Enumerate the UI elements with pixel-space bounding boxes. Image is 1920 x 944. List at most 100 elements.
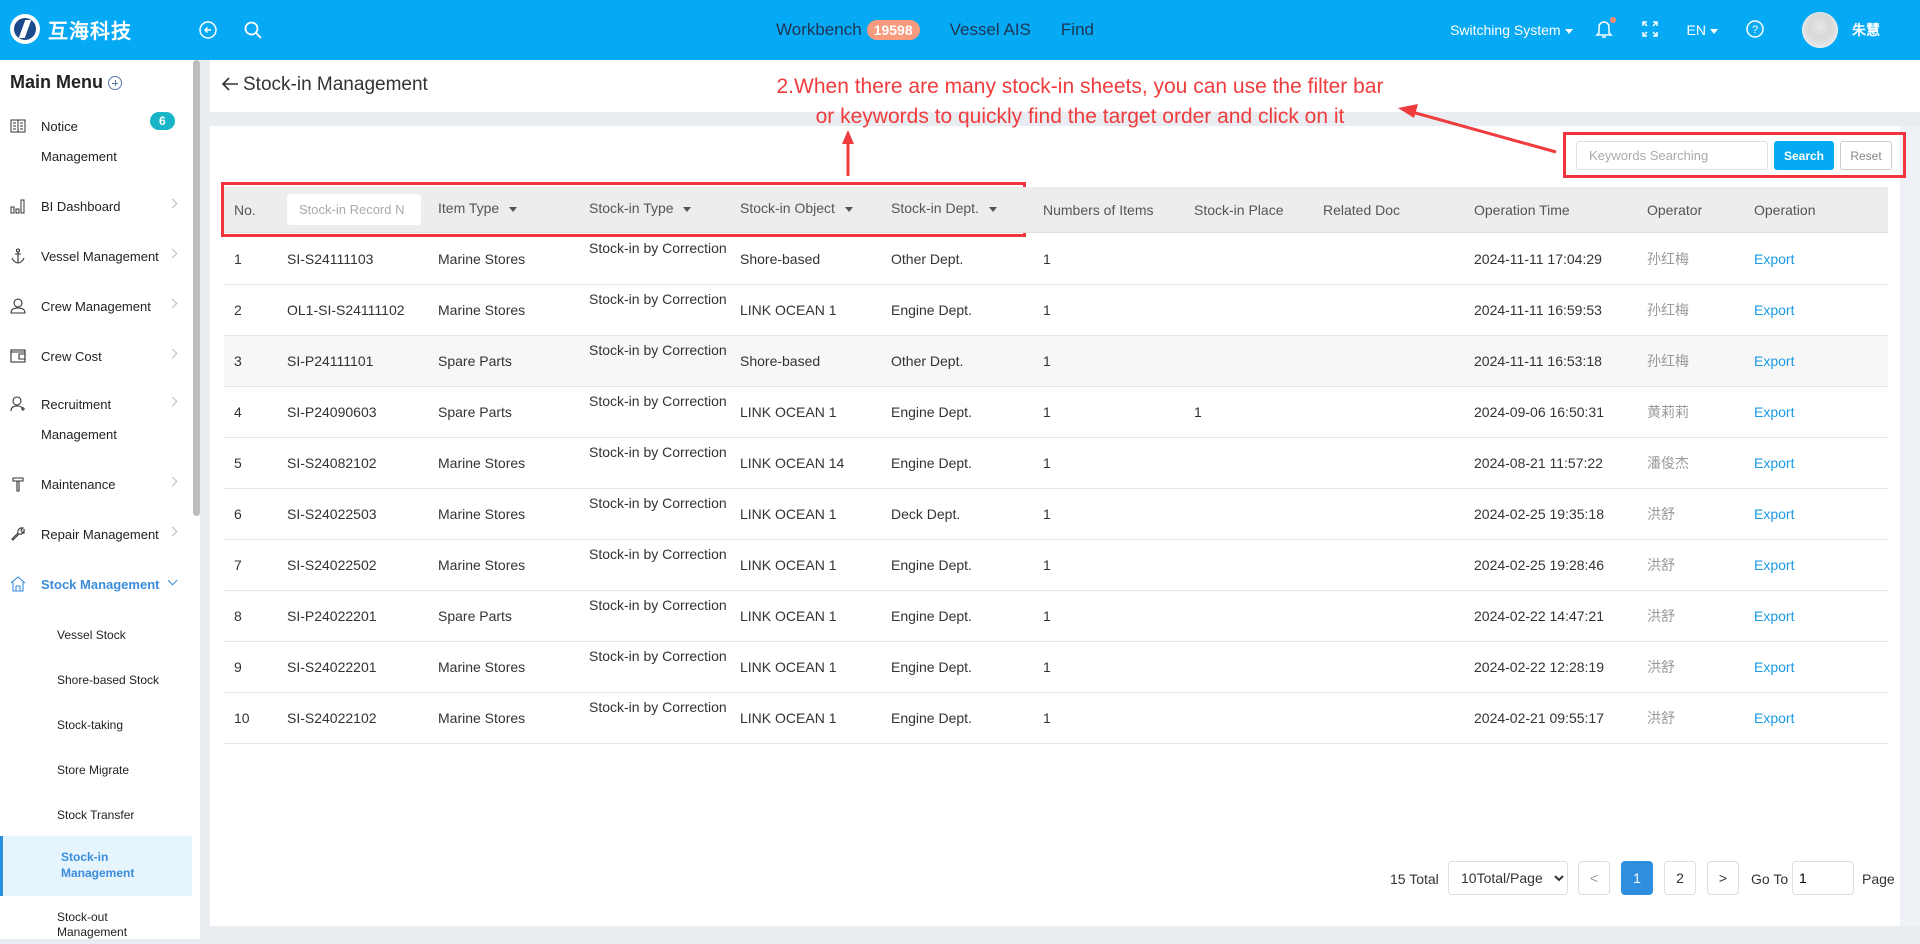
submenu-label: Stock Transfer [57, 808, 135, 822]
chevron-right-icon [167, 526, 178, 537]
submenu-stock-taking[interactable]: Stock-taking [0, 710, 192, 740]
stockin-dept-filter[interactable]: Stock-in Dept. [891, 185, 997, 231]
record-number-filter-input[interactable] [287, 194, 421, 225]
nav-find[interactable]: Find [1061, 20, 1094, 40]
nav-vessel-ais[interactable]: Vessel AIS [950, 20, 1031, 40]
reset-button[interactable]: Reset [1840, 141, 1892, 170]
sidebar-item-recruitment-management[interactable]: Recruitment Management [0, 390, 190, 450]
add-circle-icon[interactable] [108, 75, 122, 90]
user-name[interactable]: 朱慧 [1852, 20, 1880, 40]
table-row[interactable]: 10 SI-S24022102 Marine Stores Stock-in by C… [224, 693, 1888, 744]
export-link[interactable]: Export [1754, 642, 1794, 693]
export-link[interactable]: Export [1754, 591, 1794, 642]
logo[interactable]: 互海科技 [10, 14, 132, 44]
table-row[interactable]: 8 SI-P24022201 Spare Parts Stock-in by Corr… [224, 591, 1888, 642]
search-icon[interactable] [241, 18, 265, 42]
chevron-right-icon [167, 298, 178, 309]
submenu-vessel-stock[interactable]: Vessel Stock [0, 620, 192, 650]
workbench-badge: 19598 [866, 20, 920, 40]
item-type-filter[interactable]: Item Type [438, 185, 518, 231]
cell-numbers-of-items: 1 [1043, 404, 1051, 420]
submenu-label: Stock-in [61, 850, 109, 864]
keywords-search-input[interactable] [1576, 141, 1768, 170]
sidebar-item-stock-management[interactable]: Stock Management [0, 570, 190, 600]
avatar[interactable] [1802, 12, 1838, 48]
cell-stockin-dept: Other Dept. [891, 353, 964, 369]
export-link[interactable]: Export [1754, 693, 1794, 744]
cell-operator: 孙红梅 [1647, 353, 1689, 369]
table-row[interactable]: 2 OL1-SI-S24111102 Marine Stores Stock-in b… [224, 285, 1888, 336]
cell-item-type: Marine Stores [438, 455, 526, 471]
cell-operation-time: 2024-02-22 12:28:19 [1474, 659, 1604, 675]
table-row[interactable]: 3 SI-P24111101 Spare Parts Stock-in by Corr… [224, 336, 1888, 387]
table-row[interactable]: 9 SI-S24022201 Marine Stores Stock-in by Co… [224, 642, 1888, 693]
sidebar-item-label: BI Dashboard [41, 199, 121, 214]
caret-down-icon [844, 206, 853, 212]
submenu-store-migrate[interactable]: Store Migrate [0, 755, 192, 785]
table-row[interactable]: 7 SI-S24022502 Marine Stores Stock-in by Co… [224, 540, 1888, 591]
table-row[interactable]: 1 SI-S24111103 Marine Stores Stock-in by Co… [224, 234, 1888, 285]
page-1-button[interactable]: 1 [1621, 861, 1653, 895]
nav-workbench[interactable]: Workbench 19598 [776, 20, 920, 40]
next-page-button[interactable]: > [1707, 861, 1739, 895]
bar-chart-icon [10, 198, 28, 216]
cell-stockin-dept: Engine Dept. [891, 404, 972, 420]
switching-system-dropdown[interactable]: Switching System [1450, 22, 1573, 38]
goto-page-input[interactable] [1792, 861, 1854, 895]
export-link[interactable]: Export [1754, 387, 1794, 438]
back-circle-icon[interactable] [196, 18, 220, 42]
sidebar-item-bi-dashboard[interactable]: BI Dashboard [0, 192, 190, 222]
sidebar-item-notice-management[interactable]: Notice Management [0, 112, 190, 172]
fullscreen-icon[interactable] [1641, 20, 1659, 41]
sidebar-scrollbar[interactable] [193, 60, 200, 516]
stockin-type-filter[interactable]: Stock-in Type [589, 185, 692, 231]
submenu-label: Management [57, 925, 128, 939]
sidebar-item-crew-cost[interactable]: Crew Cost [0, 342, 190, 372]
hammer-icon [10, 476, 28, 494]
cell-no: 9 [234, 659, 242, 675]
cell-operator: 孙红梅 [1647, 251, 1689, 267]
table-row[interactable]: 5 SI-S24082102 Marine Stores Stock-in by Co… [224, 438, 1888, 489]
sidebar-item-maintenance[interactable]: Maintenance [0, 470, 190, 500]
cell-record-number: SI-S24022201 [287, 659, 377, 675]
sidebar-item-crew-management[interactable]: Crew Management [0, 292, 190, 322]
export-link[interactable]: Export [1754, 489, 1794, 540]
cell-operator: 洪舒 [1647, 659, 1675, 675]
submenu-shore-based-stock[interactable]: Shore-based Stock [0, 665, 192, 695]
submenu-stock-in-management[interactable]: Stock-in Management [0, 836, 192, 896]
bell-icon[interactable] [1594, 16, 1616, 42]
search-button[interactable]: Search [1774, 141, 1834, 170]
cell-stockin-type: Stock-in by Correction [589, 342, 727, 358]
export-link[interactable]: Export [1754, 336, 1794, 387]
cell-stockin-place: 1 [1194, 404, 1202, 420]
cell-operation-time: 2024-09-06 16:50:31 [1474, 404, 1604, 420]
sidebar-item-label: Stock Management [41, 577, 160, 592]
chevron-right-icon [167, 198, 178, 209]
cell-stockin-type: Stock-in by Correction [589, 393, 727, 409]
submenu-stock-transfer[interactable]: Stock Transfer [0, 800, 192, 830]
sidebar-item-vessel-management[interactable]: Vessel Management [0, 242, 190, 272]
cell-item-type: Marine Stores [438, 659, 526, 675]
back-arrow-icon[interactable] [220, 74, 240, 100]
svg-text:?: ? [1752, 24, 1758, 36]
cell-item-type: Marine Stores [438, 557, 526, 573]
stockin-object-filter[interactable]: Stock-in Object [740, 185, 853, 231]
cell-stockin-dept: Engine Dept. [891, 659, 972, 675]
language-dropdown[interactable]: EN [1687, 22, 1718, 38]
export-link[interactable]: Export [1754, 438, 1794, 489]
page-size-select[interactable]: 10Total/Page [1448, 861, 1568, 895]
cell-item-type: Marine Stores [438, 506, 526, 522]
help-icon[interactable]: ? [1746, 19, 1764, 41]
page-2-button[interactable]: 2 [1664, 861, 1696, 895]
sidebar-item-repair-management[interactable]: Repair Management [0, 520, 190, 550]
cell-no: 5 [234, 455, 242, 471]
cell-record-number: SI-S24082102 [287, 455, 377, 471]
table-row[interactable]: 4 SI-P24090603 Spare Parts Stock-in by Corr… [224, 387, 1888, 438]
caret-down-icon [1710, 28, 1718, 34]
export-link[interactable]: Export [1754, 540, 1794, 591]
prev-page-button[interactable]: < [1578, 861, 1610, 895]
annotation-line-1: 2.When there are many stock-in sheets, y… [776, 75, 1384, 98]
export-link[interactable]: Export [1754, 234, 1794, 285]
export-link[interactable]: Export [1754, 285, 1794, 336]
table-row[interactable]: 6 SI-S24022503 Marine Stores Stock-in by Co… [224, 489, 1888, 540]
